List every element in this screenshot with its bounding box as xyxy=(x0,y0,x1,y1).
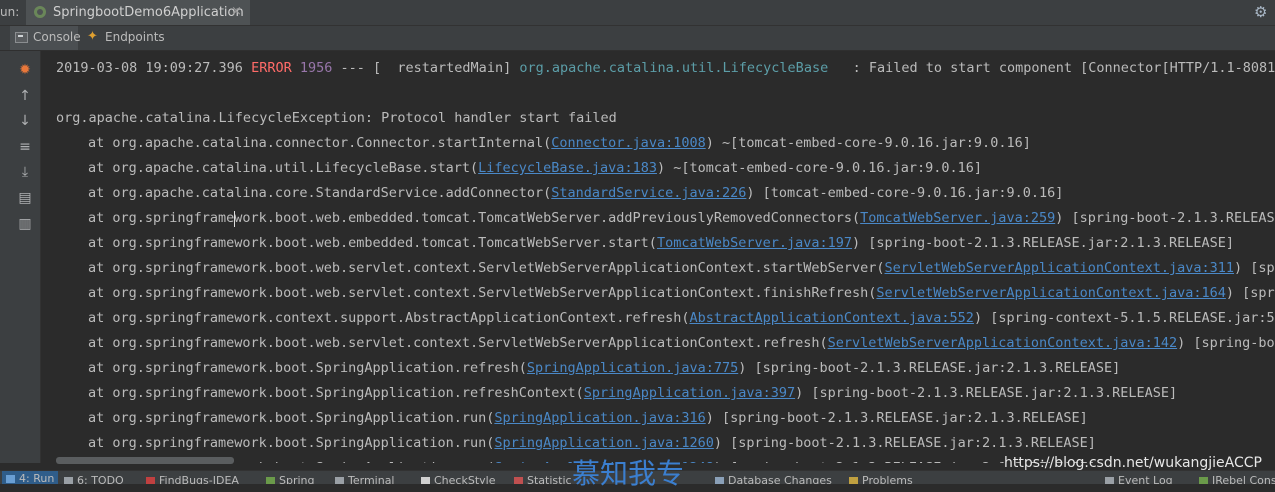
stack-frame-source-link[interactable]: SpringApplication.java:775 xyxy=(527,360,738,376)
horizontal-scrollbar[interactable] xyxy=(56,457,234,464)
stack-frame-source-link[interactable]: LifecycleBase.java:183 xyxy=(478,160,657,176)
stack-trace-line: at org.springframework.context.support.A… xyxy=(56,310,1275,326)
stack-frame-method: at org.springframework.boot.web.embedded… xyxy=(88,235,657,251)
stack-frame-source-link[interactable]: ServletWebServerApplicationContext.java:… xyxy=(876,285,1226,301)
stack-frame-jar: ) ~[tomcat-embed-core-9.0.16.jar:9.0.16] xyxy=(705,135,1031,151)
stack-frame-method: at org.springframework.boot.SpringApplic… xyxy=(88,360,527,376)
exception-line: org.apache.catalina.LifecycleException: … xyxy=(56,110,617,126)
stack-frame-source-link[interactable]: StandardService.java:226 xyxy=(551,185,746,201)
stack-trace-line: at org.springframework.boot.SpringApplic… xyxy=(56,360,1120,376)
stack-frame-source-link[interactable]: SpringApplication.java:316 xyxy=(494,410,705,426)
stack-frame-method: at org.springframework.boot.web.servlet.… xyxy=(88,260,885,276)
stack-trace-line: at org.springframework.boot.SpringApplic… xyxy=(56,385,1177,401)
stack-frame-method: at org.springframework.boot.web.servlet.… xyxy=(88,335,828,351)
print-icon[interactable]: ▤ xyxy=(16,189,34,207)
stack-frame-method: at org.springframework.context.support.A… xyxy=(88,310,690,326)
tool-window-label: 4: Run xyxy=(19,472,55,484)
log-timestamp: 2019-03-08 19:09:27.396 xyxy=(56,60,243,76)
stack-frame-jar: ) [spring-boot-2.1.3.RELEASE.jar:2.1.3.R… xyxy=(1225,285,1275,301)
stack-trace-line: at org.springframework.boot.SpringApplic… xyxy=(56,410,1088,426)
run-label: un: xyxy=(0,5,20,19)
scroll-to-end-icon[interactable]: ⤓ xyxy=(16,163,34,181)
tab-endpoints-label: Endpoints xyxy=(105,30,165,44)
run-config-tab[interactable]: SpringbootDemo6Application × xyxy=(26,0,250,25)
tab-console-label: Console xyxy=(33,30,81,44)
stack-frame-source-link[interactable]: TomcatWebServer.java:197 xyxy=(657,235,852,251)
stack-frame-jar: ) [spring-boot-2.1.3.RELEASE.jar:2.1.3.R… xyxy=(1177,335,1275,351)
stack-frame-method: at org.springframework.boot.SpringApplic… xyxy=(88,385,584,401)
stack-trace-line: at org.apache.catalina.util.LifecycleBas… xyxy=(56,160,982,176)
log-message: : Failed to start component [Connector[H… xyxy=(828,60,1275,76)
stack-frame-source-link[interactable]: ServletWebServerApplicationContext.java:… xyxy=(828,335,1178,351)
stack-trace-line: at org.springframework.boot.web.servlet.… xyxy=(56,335,1275,351)
spring-run-config-icon xyxy=(34,6,46,18)
stack-frame-jar: ) [spring-boot-2.1.3.RELEASE.jar:2.1.3.R… xyxy=(713,435,1096,451)
run-icon xyxy=(6,475,15,483)
gear-icon[interactable]: ⚙ xyxy=(1254,3,1267,21)
stack-trace-line: at org.apache.catalina.core.StandardServ… xyxy=(56,185,1063,201)
stack-frame-jar: ) [spring-boot-2.1.3.RELEASE.jar:2.1.3.R… xyxy=(705,410,1088,426)
stack-frame-method: at org.springframework.boot.web.servlet.… xyxy=(88,285,877,301)
stack-frame-jar: ) [spring-context-5.1.5.RELEASE.jar:5.1.… xyxy=(973,310,1275,326)
stack-frame-jar: ) [spring-boot-2.1.3.RELEASE.jar:2.1.3.R… xyxy=(738,360,1121,376)
text-caret xyxy=(234,211,235,227)
stack-frame-source-link[interactable]: SpringApplication.java:1260 xyxy=(494,435,713,451)
endpoints-icon: ✦ xyxy=(87,29,98,44)
soft-wrap-icon[interactable]: ≡ xyxy=(16,138,34,156)
console-output[interactable]: 2019-03-08 19:09:27.396 ERROR 1956 --- [… xyxy=(41,51,1275,463)
console-icon xyxy=(15,32,28,43)
stack-frame-method: at org.springframework.boot.SpringApplic… xyxy=(88,410,495,426)
stack-frame-source-link[interactable]: Connector.java:1008 xyxy=(551,135,705,151)
stack-frame-jar: ) ~[tomcat-embed-core-9.0.16.jar:9.0.16] xyxy=(656,160,983,176)
run-subtabs: Console ✦ Endpoints xyxy=(0,26,1275,51)
stack-trace-line: at org.apache.catalina.connector.Connect… xyxy=(56,135,1031,151)
stack-frame-source-link[interactable]: ServletWebServerApplicationContext.java:… xyxy=(885,260,1235,276)
watermark-text: 慕知我专 xyxy=(572,457,685,490)
stack-frame-source-link[interactable]: AbstractApplicationContext.java:552 xyxy=(689,310,973,326)
log-thread: --- [ restartedMain] xyxy=(340,60,512,76)
stack-frame-method: at org.apache.catalina.core.StandardServ… xyxy=(88,185,552,201)
stack-frame-method: at org.springframework.boot.web.embedded… xyxy=(88,210,861,226)
tab-endpoints[interactable]: ✦ Endpoints xyxy=(82,26,165,50)
tool-window-run[interactable]: 4: Run xyxy=(2,471,59,484)
stack-frame-method: at org.apache.catalina.connector.Connect… xyxy=(88,135,552,151)
stack-frame-method: at org.apache.catalina.util.LifecycleBas… xyxy=(88,160,479,176)
log-level: ERROR xyxy=(251,60,292,76)
log-line-error: 2019-03-08 19:09:27.396 ERROR 1956 --- [… xyxy=(56,60,1275,76)
stack-frame-jar: ) [spring-boot-2.1.3.RELEASE.jar:2.1.3.R… xyxy=(1055,210,1275,226)
stack-frame-source-link[interactable]: TomcatWebServer.java:259 xyxy=(860,210,1055,226)
stack-frame-jar: ) [spring-boot-2.1.3.RELEASE.jar:2.1.3.R… xyxy=(1234,260,1275,276)
run-tab-bar: un: SpringbootDemo6Application × ⚙ xyxy=(0,0,1275,26)
down-arrow-icon[interactable]: ↓ xyxy=(16,112,34,130)
stack-frame-jar: ) [tomcat-embed-core-9.0.16.jar:9.0.16] xyxy=(746,185,1064,201)
stack-trace-line: at org.springframework.boot.web.embedded… xyxy=(56,210,1275,226)
stack-trace-line: at org.springframework.boot.SpringApplic… xyxy=(56,435,1096,451)
debug-icon[interactable]: ✹ xyxy=(16,61,34,79)
trash-icon[interactable]: ▥ xyxy=(16,215,34,233)
stack-trace-line: at org.springframework.boot.web.servlet.… xyxy=(56,285,1275,301)
up-arrow-icon[interactable]: ↑ xyxy=(16,87,34,105)
stack-trace-line: at org.springframework.boot.web.servlet.… xyxy=(56,260,1275,276)
log-logger: org.apache.catalina.util.LifecycleBase xyxy=(519,60,829,76)
run-config-title: SpringbootDemo6Application xyxy=(53,5,244,20)
stack-frame-source-link[interactable]: SpringApplication.java:397 xyxy=(584,385,795,401)
stack-frame-jar: ) [spring-boot-2.1.3.RELEASE.jar:2.1.3.R… xyxy=(852,235,1235,251)
log-pid: 1956 xyxy=(299,60,333,76)
stack-frame-method: at org.springframework.boot.SpringApplic… xyxy=(88,435,495,451)
console-toolbar: ✹ ↑ ↓ ≡ ⤓ ▤ ▥ xyxy=(0,51,41,463)
stack-trace-line: at org.springframework.boot.web.embedded… xyxy=(56,235,1234,251)
close-tab-button[interactable]: × xyxy=(231,4,242,19)
stack-frame-jar: ) [spring-boot-2.1.3.RELEASE.jar:2.1.3.R… xyxy=(795,385,1178,401)
watermark-url: https://blog.csdn.net/wukangjieACCP xyxy=(1004,455,1262,471)
tab-console[interactable]: Console xyxy=(10,26,81,50)
